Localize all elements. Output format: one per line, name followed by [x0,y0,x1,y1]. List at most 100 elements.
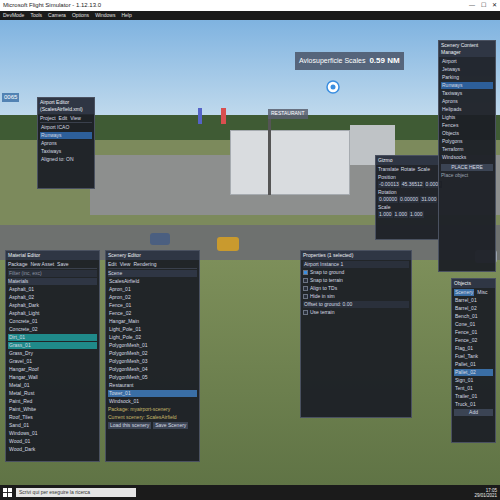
list-row[interactable]: Parking [441,74,493,81]
objects-add-button[interactable]: Add [454,409,493,416]
list-row[interactable]: Aprons [40,140,92,147]
list-row[interactable]: Roof_Tiles [8,414,97,421]
list-row[interactable]: Apron_02 [108,294,197,301]
list-row[interactable]: PolygonMesh_01 [108,342,197,349]
list-row[interactable]: Airport ICAO [40,124,92,131]
list-row[interactable]: Taxiways [441,90,493,97]
transform-value[interactable]: 1.000 [409,211,424,218]
list-row[interactable]: Sand_01 [8,422,97,429]
list-row[interactable]: Pallet_01 [454,361,493,368]
menu-item[interactable]: Edit [59,115,68,122]
scene-view[interactable]: Aviosuperficie Scales0.59 NMRESTAURANT00… [0,20,500,485]
objects-tab[interactable]: Misc [476,289,488,296]
list-row[interactable]: Windsock_01 [108,398,197,405]
list-row[interactable]: Fence_01 [108,302,197,309]
window-title-bar[interactable]: Objects [452,279,495,288]
property-checkbox[interactable]: Snap to ground [303,269,409,276]
list-row[interactable]: Fence_02 [108,310,197,317]
list-row[interactable]: Metal_Rust [8,390,97,397]
transform-tab[interactable]: Rotate [401,166,416,173]
window-control[interactable]: — [469,1,475,10]
list-row[interactable]: Taxiways [40,148,92,155]
list-row[interactable]: Aligned to: ON [40,156,92,163]
transform-value[interactable]: 0.00000 [399,196,419,203]
list-row[interactable]: Paint_White [8,406,97,413]
menu-item[interactable]: View [70,115,81,122]
scenery-button[interactable]: Save Scenery [153,422,188,429]
checkbox-box[interactable] [303,286,308,291]
list-row[interactable]: Barrel_01 [454,297,493,304]
list-row[interactable]: Jetways [441,66,493,73]
transform-value[interactable]: 31.000 [420,196,437,203]
menu-item[interactable]: Windows [95,12,115,20]
list-row[interactable]: Asphalt_Dark [8,302,97,309]
list-row[interactable]: Grass_01 [8,342,97,349]
list-row[interactable]: Windsocks [441,154,493,161]
list-row[interactable]: Tent_01 [454,385,493,392]
transform-value[interactable]: 45.36512 [401,181,424,188]
list-row[interactable]: ScalesAirfield [108,278,197,285]
list-row[interactable]: Grass_Dry [8,350,97,357]
list-row[interactable]: Hangar_Main [108,318,197,325]
property-field[interactable]: Offset to ground: 0.00 [303,301,409,308]
checkbox-box[interactable] [303,270,308,275]
section-header[interactable]: Scene [108,270,197,277]
property-checkbox[interactable]: Hide in sim [303,293,409,300]
list-row[interactable]: Terraform [441,146,493,153]
filter-field[interactable]: Filter (inc, exc) [8,270,97,277]
list-row[interactable]: Runways [40,132,92,139]
menu-item[interactable]: Edit [108,261,117,268]
checkbox-box[interactable] [303,294,308,299]
list-row[interactable]: Barrel_02 [454,305,493,312]
list-row[interactable]: Wood_Dark [8,446,97,453]
window-title-bar[interactable]: Scenery Content Manager [439,41,495,57]
list-row[interactable]: Runways [441,82,493,89]
property-checkbox[interactable]: Snap to terrain [303,277,409,284]
property-field[interactable]: Airport Instance 1 [303,261,409,268]
checkbox-box[interactable] [303,278,308,283]
menu-item[interactable]: Camera [48,12,66,20]
list-row[interactable]: Wood_01 [8,438,97,445]
list-row[interactable]: PolygonMesh_04 [108,366,197,373]
transform-tab[interactable]: Scale [417,166,430,173]
list-row[interactable]: Bench_01 [454,313,493,320]
window-control[interactable]: ☐ [481,1,486,10]
menu-item[interactable]: View [120,261,131,268]
taskbar-search[interactable]: Scrivi qui per eseguire la ricerca [16,488,136,498]
content-manager-window[interactable]: Scenery Content ManagerAirportJetwaysPar… [438,40,496,272]
list-row[interactable]: Hangar_Roof [8,366,97,373]
window-title-bar[interactable]: Properties (1 selected) [301,251,411,260]
window-title-bar[interactable]: Gizmo [376,156,438,165]
list-row[interactable]: PolygonMesh_03 [108,358,197,365]
list-row[interactable]: PolygonMesh_05 [108,374,197,381]
airport-editor-window[interactable]: Airport Editor (ScalesAirfield.xml)Proje… [37,97,95,189]
list-row[interactable]: Light_Pole_02 [108,334,197,341]
menu-item[interactable]: Save [57,261,68,268]
material-editor-window[interactable]: Material EditorPackageNew AssetSaveFilte… [5,250,100,462]
list-row[interactable]: Fence_01 [454,329,493,336]
objects-window[interactable]: ObjectsSceneryMiscBarrel_01Barrel_02Benc… [451,278,496,443]
list-row[interactable]: Fence_02 [454,337,493,344]
list-row[interactable]: Tower_01 [108,390,197,397]
transform-value[interactable]: 1.000 [378,211,393,218]
transform-window[interactable]: GizmoTranslateRotateScalePosition-0.0001… [375,155,439,240]
transform-value[interactable]: 0.00000 [378,196,398,203]
list-row[interactable]: Flag_01 [454,345,493,352]
menu-item[interactable]: Rendering [133,261,156,268]
window-title-bar[interactable]: Scenery Editor [106,251,199,260]
list-row[interactable]: Fuel_Tank [454,353,493,360]
list-row[interactable]: Truck_01 [454,401,493,408]
property-checkbox[interactable]: Use terrain [303,309,409,316]
list-row[interactable]: Asphalt_02 [8,294,97,301]
list-row[interactable]: Helipads [441,106,493,113]
list-row[interactable]: Restaurant [108,382,197,389]
list-row[interactable]: Light_Pole_01 [108,326,197,333]
list-row[interactable]: Metal_01 [8,382,97,389]
section-header[interactable]: Materials [8,278,97,285]
list-row[interactable]: Dirt_01 [8,334,97,341]
list-row[interactable]: Objects [441,130,493,137]
window-title-bar[interactable]: Airport Editor (ScalesAirfield.xml) [38,98,94,114]
list-row[interactable]: Windows_01 [8,430,97,437]
scenery-button[interactable]: Load this scenery [108,422,151,429]
menu-item[interactable]: New Asset [30,261,54,268]
